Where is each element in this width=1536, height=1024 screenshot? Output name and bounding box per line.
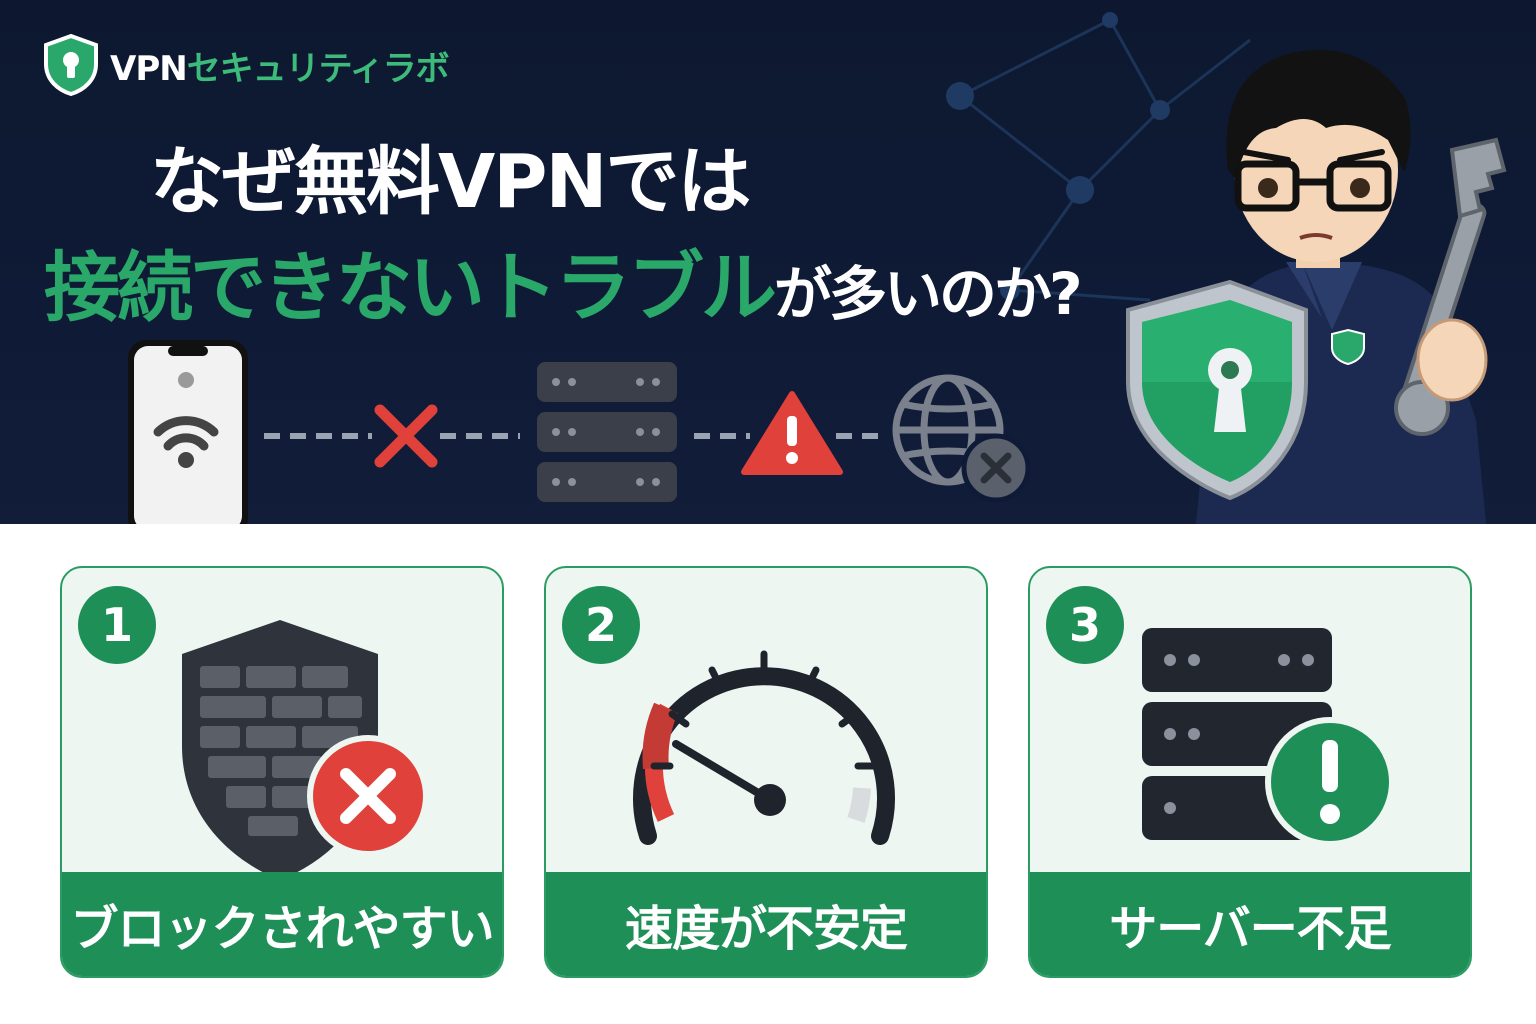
red-x-icon: [374, 404, 438, 468]
shield-firewall-x-icon: [182, 620, 429, 878]
warning-triangle-icon: [741, 391, 843, 475]
smartphone-icon: [128, 340, 248, 524]
hero-banner: VPNセキュリティラボ なぜ無料VPNでは 接続できないトラブルが多いのか?: [0, 0, 1536, 524]
card-label: 速度が不安定: [546, 872, 986, 976]
reason-card-3[interactable]: 3 サーバー不足: [1028, 566, 1472, 978]
server-alert-icon: [1142, 628, 1395, 847]
reason-card-1[interactable]: 1 ブロックされやすい: [60, 566, 504, 978]
reason-card-2[interactable]: 2 速度が不安定: [544, 566, 988, 978]
card-label: サーバー不足: [1030, 872, 1470, 976]
card-label: ブロックされやすい: [62, 872, 502, 976]
speedometer-icon: [633, 650, 895, 845]
security-character-illustration: [1126, 50, 1507, 524]
connection-diagram: [128, 340, 1031, 524]
